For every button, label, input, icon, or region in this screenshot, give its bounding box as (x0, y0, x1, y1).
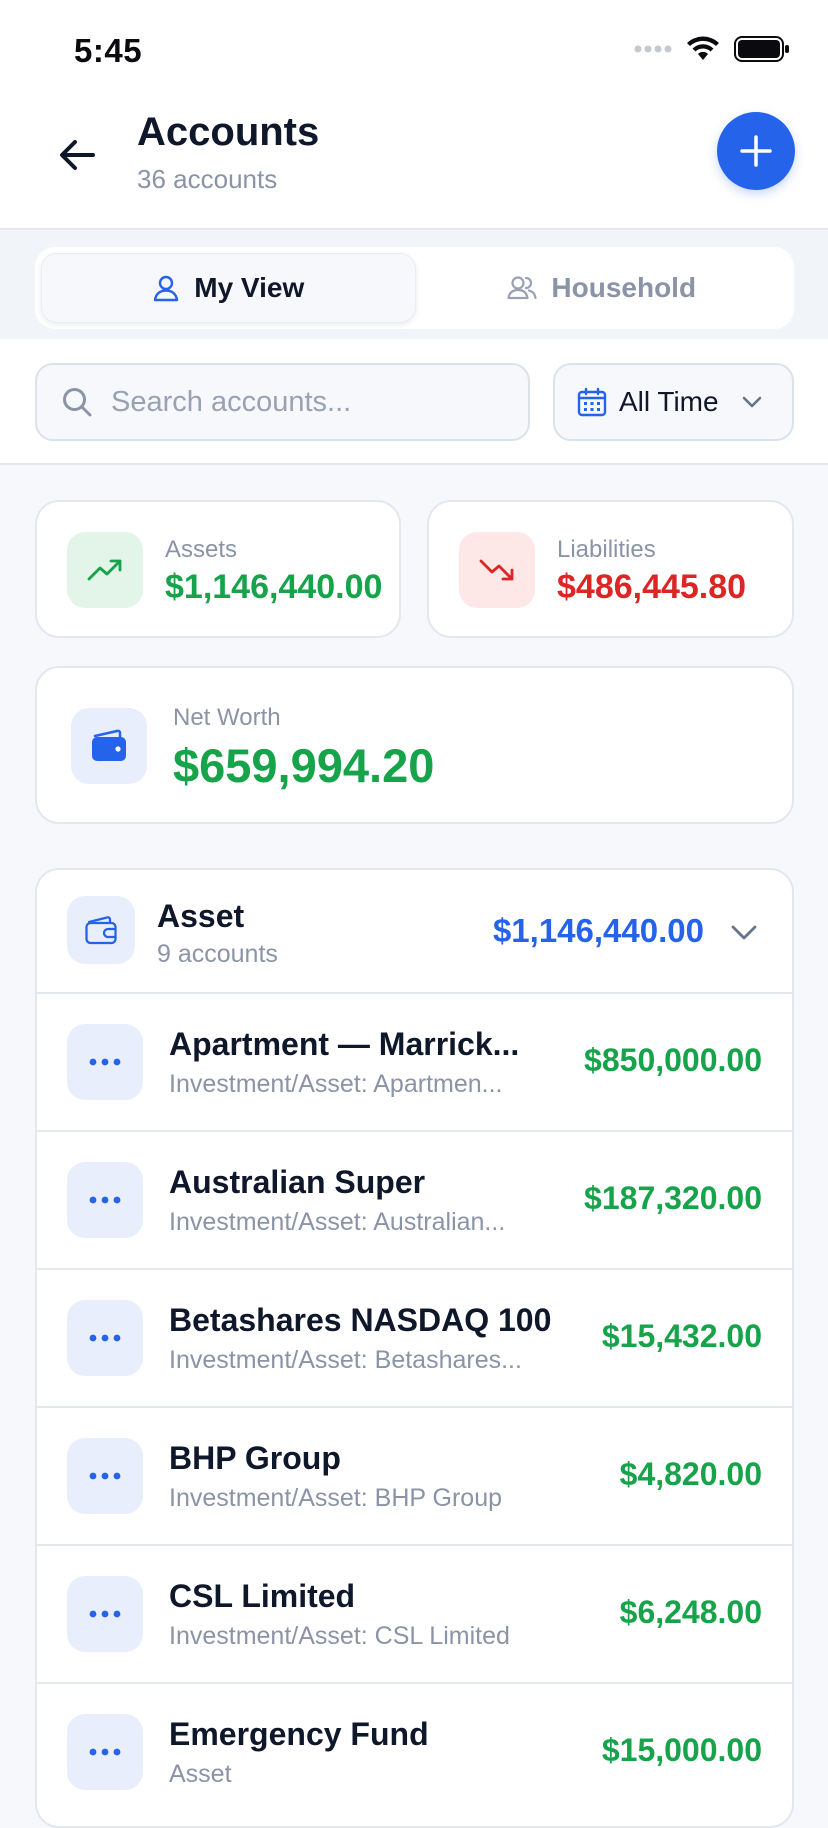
assets-icon-tile (67, 532, 143, 608)
account-balance: $15,000.00 (601, 1732, 762, 1768)
search-input[interactable] (111, 385, 491, 419)
account-name: Apartment — Marrick... (169, 1026, 519, 1062)
assets-value: $1,146,440.00 (165, 568, 383, 606)
assets-summary-card[interactable]: Assets $1,146,440.00 (35, 500, 401, 638)
assets-label: Assets (165, 536, 238, 563)
account-row[interactable]: Apartment — Marrick... Investment/Asset:… (37, 994, 792, 1132)
group-total: $1,146,440.00 (492, 912, 704, 949)
liabilities-value: $486,445.80 (557, 568, 747, 606)
user-icon (154, 275, 179, 302)
account-balance: $4,820.00 (619, 1456, 762, 1492)
account-name: CSL Limited (169, 1578, 356, 1614)
more-horizontal-icon (89, 1610, 121, 1618)
asset-group-card: Asset 9 accounts $1,146,440.00 Apartment… (35, 868, 794, 1828)
net-worth-icon-tile (71, 708, 147, 784)
more-horizontal-icon (89, 1472, 121, 1480)
view-switcher-band: My View Household (0, 231, 828, 339)
account-row[interactable]: Betashares NASDAQ 100 Investment/Asset: … (37, 1270, 792, 1408)
status-bar: 5:45 (0, 0, 828, 100)
account-balance: $850,000.00 (584, 1042, 762, 1078)
account-balance: $187,320.00 (584, 1180, 762, 1216)
add-account-button[interactable] (717, 112, 795, 190)
page-title: Accounts (137, 110, 320, 154)
account-type: Investment/Asset: CSL Limited (169, 1622, 510, 1650)
account-balance: $6,248.00 (619, 1594, 762, 1630)
account-row[interactable]: Australian Super Investment/Asset: Austr… (37, 1132, 792, 1270)
calendar-icon (577, 387, 607, 417)
chevron-down-icon (742, 396, 761, 408)
net-worth-card[interactable]: Net Worth $659,994.20 (35, 666, 794, 824)
account-menu-button[interactable] (67, 1714, 143, 1790)
arrow-left-icon (60, 140, 95, 170)
account-name: Australian Super (169, 1164, 426, 1200)
account-type: Investment/Asset: Apartmen... (169, 1070, 503, 1098)
date-range-value: All Time (619, 386, 719, 417)
date-range-dropdown[interactable]: All Time (553, 363, 794, 441)
account-row[interactable]: CSL Limited Investment/Asset: CSL Limite… (37, 1546, 792, 1684)
tab-my-view-label: My View (194, 272, 305, 303)
search-field[interactable] (35, 363, 530, 441)
account-menu-button[interactable] (67, 1438, 143, 1514)
account-name: Emergency Fund (169, 1716, 429, 1752)
liabilities-icon-tile (459, 532, 535, 608)
view-switcher: My View Household (35, 247, 794, 329)
group-icon-tile (67, 896, 135, 964)
page-header: Accounts 36 accounts (0, 100, 828, 230)
account-type: Investment/Asset: Betashares... (169, 1346, 522, 1374)
more-horizontal-icon (89, 1748, 121, 1756)
account-menu-button[interactable] (67, 1024, 143, 1100)
net-worth-value: $659,994.20 (173, 739, 435, 792)
cellular-signal-icon (634, 45, 672, 53)
liabilities-label: Liabilities (557, 536, 656, 563)
liabilities-summary-card[interactable]: Liabilities $486,445.80 (427, 500, 794, 638)
account-type: Asset (169, 1760, 232, 1788)
battery-icon (734, 36, 789, 62)
account-row[interactable]: BHP Group Investment/Asset: BHP Group $4… (37, 1408, 792, 1546)
account-type: Investment/Asset: BHP Group (169, 1484, 503, 1512)
tab-household[interactable]: Household (416, 253, 789, 323)
net-worth-label: Net Worth (173, 704, 281, 731)
account-type: Investment/Asset: Australian... (169, 1208, 506, 1236)
account-name: BHP Group (169, 1440, 341, 1476)
users-icon (507, 276, 538, 300)
status-time: 5:45 (74, 32, 143, 69)
more-horizontal-icon (89, 1058, 121, 1066)
status-icons (634, 36, 790, 62)
account-count: 36 accounts (137, 164, 278, 194)
wallet-outline-icon (85, 916, 117, 945)
asset-group-header[interactable]: Asset 9 accounts $1,146,440.00 (37, 870, 792, 994)
back-button[interactable] (50, 128, 104, 182)
tab-household-label: Household (551, 272, 697, 303)
account-menu-button[interactable] (67, 1576, 143, 1652)
account-row[interactable]: Emergency Fund Asset $15,000.00 (37, 1684, 792, 1822)
filter-bar: All Time (0, 339, 828, 465)
trending-up-icon (87, 559, 122, 581)
group-count: 9 accounts (157, 940, 278, 968)
more-horizontal-icon (89, 1196, 121, 1204)
wallet-icon (92, 729, 126, 761)
wifi-icon (687, 36, 719, 60)
tab-my-view[interactable]: My View (41, 253, 416, 323)
plus-icon (740, 135, 772, 167)
account-menu-button[interactable] (67, 1162, 143, 1238)
search-icon (63, 388, 92, 417)
more-horizontal-icon (89, 1334, 121, 1342)
account-balance: $15,432.00 (601, 1318, 762, 1354)
account-name: Betashares NASDAQ 100 (169, 1302, 552, 1338)
chevron-down-icon[interactable] (730, 924, 758, 942)
trending-down-icon (479, 559, 514, 581)
group-name: Asset (157, 898, 245, 934)
account-menu-button[interactable] (67, 1300, 143, 1376)
